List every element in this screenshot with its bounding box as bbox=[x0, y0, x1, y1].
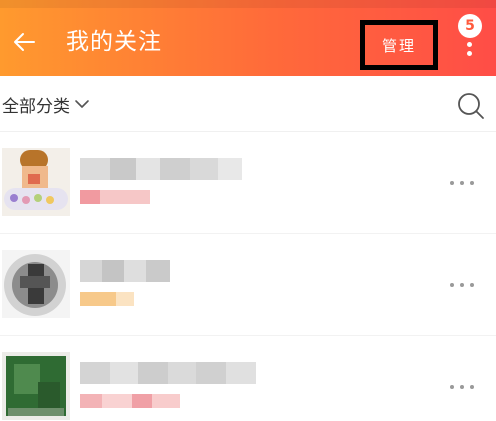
more-horizontal-icon[interactable] bbox=[450, 278, 474, 292]
store-tag-blurred bbox=[80, 394, 180, 408]
page-title: 我的关注 bbox=[66, 29, 162, 55]
list-item[interactable] bbox=[0, 132, 496, 234]
more-vertical-icon bbox=[467, 42, 473, 62]
list-item[interactable] bbox=[0, 336, 496, 421]
search-icon bbox=[458, 93, 484, 119]
manage-button[interactable]: 管理 bbox=[360, 20, 438, 70]
chevron-down-icon bbox=[75, 100, 89, 108]
more-horizontal-icon[interactable] bbox=[450, 380, 474, 394]
store-avatar[interactable] bbox=[2, 148, 70, 216]
following-list bbox=[0, 132, 496, 421]
store-name-blurred bbox=[80, 260, 170, 282]
filter-bar: 全部分类 bbox=[0, 76, 496, 132]
store-tag-blurred bbox=[80, 292, 134, 306]
notification-badge: 5 bbox=[458, 14, 482, 38]
list-item[interactable] bbox=[0, 234, 496, 336]
category-dropdown[interactable]: 全部分类 bbox=[2, 90, 90, 118]
store-name-blurred bbox=[80, 158, 242, 180]
more-horizontal-icon[interactable] bbox=[450, 176, 474, 190]
category-label: 全部分类 bbox=[2, 96, 70, 117]
search-button[interactable] bbox=[456, 91, 486, 121]
store-avatar[interactable] bbox=[2, 250, 70, 318]
more-menu-button[interactable]: 5 bbox=[456, 10, 486, 66]
store-name-blurred bbox=[80, 362, 256, 384]
manage-button-label: 管理 bbox=[381, 36, 416, 55]
top-app-bar: 我的关注 管理 5 bbox=[0, 0, 496, 76]
store-tag-blurred bbox=[80, 190, 150, 204]
store-avatar[interactable] bbox=[2, 352, 70, 420]
back-button[interactable] bbox=[10, 28, 38, 56]
arrow-left-icon bbox=[14, 33, 35, 51]
status-bar-strip bbox=[0, 0, 496, 8]
